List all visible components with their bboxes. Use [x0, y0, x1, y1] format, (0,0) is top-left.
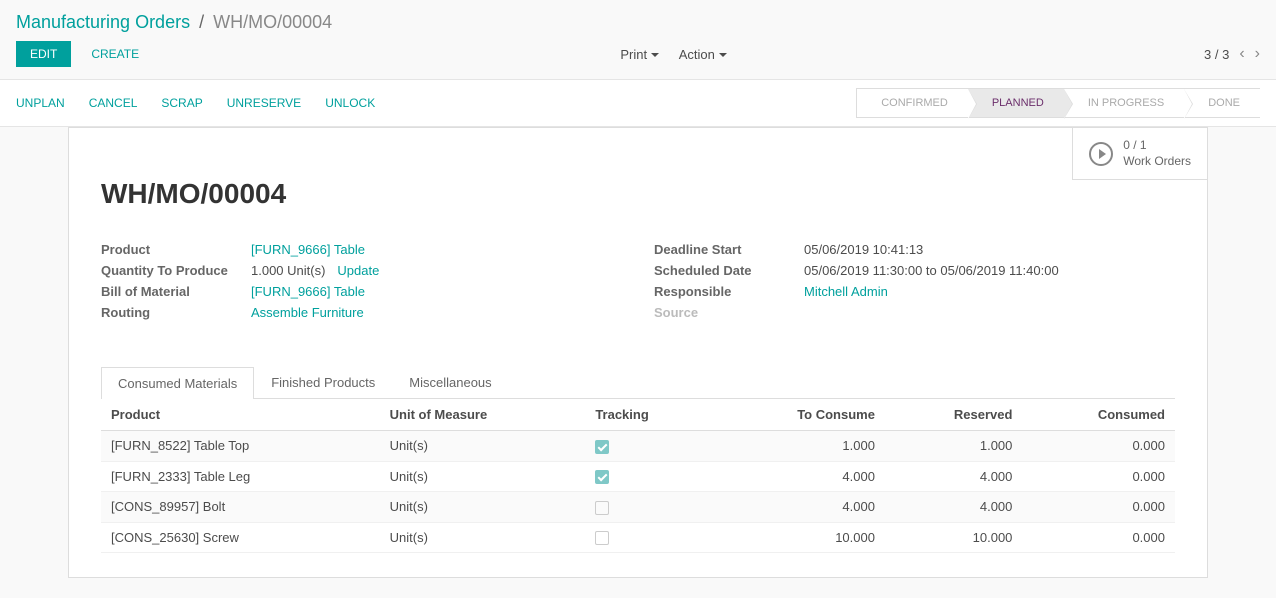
- field-label-routing: Routing: [101, 305, 251, 320]
- product-link[interactable]: [FURN_9666] Table: [251, 242, 365, 257]
- cell-product: [CONS_25630] Screw: [101, 522, 380, 553]
- tracking-checkbox: [595, 470, 609, 484]
- cell-product: [FURN_2333] Table Leg: [101, 461, 380, 492]
- cell-consumed: 0.000: [1022, 492, 1175, 523]
- col-reserved: Reserved: [885, 399, 1022, 431]
- source-value: [804, 305, 1175, 320]
- field-label-deadline: Deadline Start: [654, 242, 804, 257]
- stat-label: Work Orders: [1123, 154, 1191, 170]
- cell-to-consume: 10.000: [714, 522, 885, 553]
- cell-consumed: 0.000: [1022, 461, 1175, 492]
- cell-consumed: 0.000: [1022, 522, 1175, 553]
- field-label-responsible: Responsible: [654, 284, 804, 299]
- work-orders-stat[interactable]: 0 / 1 Work Orders: [1072, 128, 1207, 180]
- unreserve-button[interactable]: UNRESERVE: [227, 96, 301, 110]
- tab-consumed-materials[interactable]: Consumed Materials: [101, 367, 254, 399]
- caret-down-icon: [719, 53, 727, 57]
- cell-reserved: 4.000: [885, 461, 1022, 492]
- tab-finished-products[interactable]: Finished Products: [254, 366, 392, 398]
- table-row[interactable]: [FURN_8522] Table TopUnit(s)1.0001.0000.…: [101, 431, 1175, 462]
- action-bar: UNPLAN CANCEL SCRAP UNRESERVE UNLOCK CON…: [0, 80, 1276, 127]
- col-uom: Unit of Measure: [380, 399, 586, 431]
- stat-count: 0 / 1: [1123, 138, 1191, 154]
- col-consumed: Consumed: [1022, 399, 1175, 431]
- field-label-bom: Bill of Material: [101, 284, 251, 299]
- pager-next[interactable]: ›: [1255, 45, 1260, 63]
- breadcrumb-separator: /: [199, 12, 204, 32]
- cell-product: [CONS_89957] Bolt: [101, 492, 380, 523]
- cell-tracking: [585, 461, 714, 492]
- cell-to-consume: 1.000: [714, 431, 885, 462]
- cell-reserved: 1.000: [885, 431, 1022, 462]
- cancel-button[interactable]: CANCEL: [89, 96, 138, 110]
- breadcrumb: Manufacturing Orders / WH/MO/00004: [0, 0, 1276, 41]
- cell-uom: Unit(s): [380, 461, 586, 492]
- bom-link[interactable]: [FURN_9666] Table: [251, 284, 365, 299]
- tracking-checkbox: [595, 440, 609, 454]
- status-step-confirmed[interactable]: CONFIRMED: [856, 88, 968, 118]
- table-row[interactable]: [CONS_25630] ScrewUnit(s)10.00010.0000.0…: [101, 522, 1175, 553]
- breadcrumb-parent-link[interactable]: Manufacturing Orders: [16, 12, 190, 32]
- status-bar: CONFIRMEDPLANNEDIN PROGRESSDONE: [856, 88, 1260, 118]
- col-to-consume: To Consume: [714, 399, 885, 431]
- scheduled-value: 05/06/2019 11:30:00 to 05/06/2019 11:40:…: [804, 263, 1175, 278]
- cell-reserved: 4.000: [885, 492, 1022, 523]
- form-sheet: 0 / 1 Work Orders WH/MO/00004 Product[FU…: [68, 127, 1208, 578]
- table-row[interactable]: [CONS_89957] BoltUnit(s)4.0004.0000.000: [101, 492, 1175, 523]
- col-tracking: Tracking: [585, 399, 714, 431]
- tracking-checkbox: [595, 501, 609, 515]
- update-qty-link[interactable]: Update: [337, 263, 379, 278]
- field-label-product: Product: [101, 242, 251, 257]
- cell-uom: Unit(s): [380, 431, 586, 462]
- record-title: WH/MO/00004: [101, 178, 1175, 210]
- pager: 3 / 3 ‹ ›: [1204, 45, 1260, 63]
- status-step-done[interactable]: DONE: [1184, 88, 1260, 118]
- cell-tracking: [585, 431, 714, 462]
- control-bar: EDIT CREATE Print Action 3 / 3 ‹ ›: [0, 41, 1276, 80]
- action-dropdown[interactable]: Action: [671, 43, 735, 66]
- cell-reserved: 10.000: [885, 522, 1022, 553]
- tracking-checkbox: [595, 531, 609, 545]
- pager-prev[interactable]: ‹: [1239, 45, 1244, 63]
- play-icon: [1089, 142, 1113, 166]
- field-label-source: Source: [654, 305, 804, 320]
- field-label-qty: Quantity To Produce: [101, 263, 251, 278]
- scrap-button[interactable]: SCRAP: [161, 96, 202, 110]
- pager-text: 3 / 3: [1204, 47, 1229, 62]
- unplan-button[interactable]: UNPLAN: [16, 96, 65, 110]
- cell-to-consume: 4.000: [714, 461, 885, 492]
- breadcrumb-current: WH/MO/00004: [213, 12, 332, 32]
- cell-uom: Unit(s): [380, 522, 586, 553]
- cell-product: [FURN_8522] Table Top: [101, 431, 380, 462]
- edit-button[interactable]: EDIT: [16, 41, 71, 67]
- tab-miscellaneous[interactable]: Miscellaneous: [392, 366, 508, 398]
- deadline-value: 05/06/2019 10:41:13: [804, 242, 1175, 257]
- status-step-planned[interactable]: PLANNED: [968, 88, 1064, 118]
- routing-link[interactable]: Assemble Furniture: [251, 305, 364, 320]
- create-button[interactable]: CREATE: [87, 41, 143, 67]
- field-label-scheduled: Scheduled Date: [654, 263, 804, 278]
- qty-value: 1.000 Unit(s): [251, 263, 325, 278]
- cell-consumed: 0.000: [1022, 431, 1175, 462]
- tabs: Consumed MaterialsFinished ProductsMisce…: [101, 366, 1175, 399]
- print-dropdown[interactable]: Print: [612, 43, 667, 66]
- cell-tracking: [585, 522, 714, 553]
- table-row[interactable]: [FURN_2333] Table LegUnit(s)4.0004.0000.…: [101, 461, 1175, 492]
- cell-to-consume: 4.000: [714, 492, 885, 523]
- caret-down-icon: [651, 53, 659, 57]
- cell-tracking: [585, 492, 714, 523]
- col-product: Product: [101, 399, 380, 431]
- cell-uom: Unit(s): [380, 492, 586, 523]
- consumed-materials-table: Product Unit of Measure Tracking To Cons…: [101, 399, 1175, 553]
- unlock-button[interactable]: UNLOCK: [325, 96, 375, 110]
- responsible-link[interactable]: Mitchell Admin: [804, 284, 888, 299]
- status-step-in-progress[interactable]: IN PROGRESS: [1064, 88, 1184, 118]
